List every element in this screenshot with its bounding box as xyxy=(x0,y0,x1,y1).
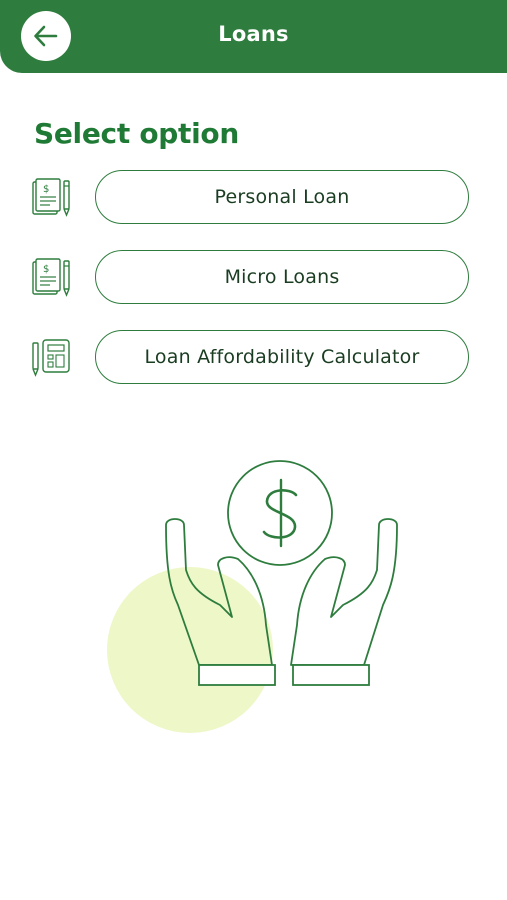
loan-affordability-calculator-button[interactable]: Loan Affordability Calculator xyxy=(95,330,469,384)
hands-dollar-icon xyxy=(107,460,398,733)
app-header: Loans xyxy=(0,0,507,73)
document-pen-icon: $ xyxy=(32,258,70,297)
document-pen-icon: $ xyxy=(32,178,70,217)
option-label: Micro Loans xyxy=(224,266,340,288)
svg-text:$: $ xyxy=(43,184,49,195)
personal-loan-button[interactable]: Personal Loan xyxy=(95,170,469,224)
page-title: Loans xyxy=(218,22,289,46)
option-label: Loan Affordability Calculator xyxy=(144,346,420,368)
section-title: Select option xyxy=(34,117,240,150)
svg-text:$: $ xyxy=(43,264,49,275)
option-label: Personal Loan xyxy=(214,186,350,208)
calculator-pen-icon xyxy=(32,339,70,377)
micro-loans-button[interactable]: Micro Loans xyxy=(95,250,469,304)
